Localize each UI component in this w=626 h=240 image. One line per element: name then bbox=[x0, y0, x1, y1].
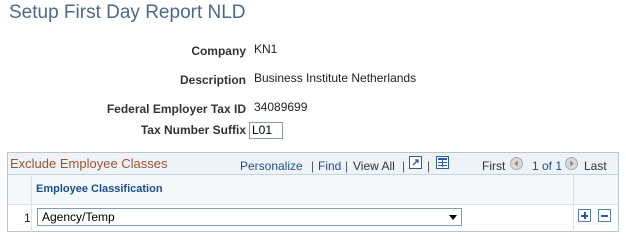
row-number: 1 bbox=[24, 211, 31, 225]
first-label: First bbox=[482, 159, 506, 173]
tax-suffix-row: Tax Number Suffix bbox=[0, 121, 246, 139]
tax-id-value: 34089699 bbox=[254, 100, 308, 114]
company-label: Company bbox=[191, 44, 246, 58]
column-header-row: Employee Classification bbox=[8, 175, 618, 205]
company-value: KN1 bbox=[254, 42, 278, 56]
next-arrow-icon[interactable] bbox=[565, 157, 578, 170]
column-divider bbox=[31, 175, 32, 232]
page-range[interactable]: 1 of 1 bbox=[532, 159, 562, 173]
nav-separator: | bbox=[427, 159, 431, 173]
delete-row-icon bbox=[601, 215, 608, 217]
personalize-link[interactable]: Personalize bbox=[240, 159, 303, 173]
view-all-link[interactable]: View All bbox=[353, 159, 395, 173]
tax-id-label: Federal Employer Tax ID bbox=[106, 102, 246, 116]
nav-separator: | bbox=[345, 159, 349, 173]
select-value: Agency/Temp bbox=[42, 210, 115, 224]
company-row: Company bbox=[0, 42, 246, 60]
column-divider bbox=[573, 175, 574, 232]
grid-title: Exclude Employee Classes bbox=[10, 156, 168, 171]
grid-header: Exclude Employee Classes Personalize | F… bbox=[8, 153, 618, 175]
nav-separator: | bbox=[311, 159, 315, 173]
delete-row-button[interactable] bbox=[598, 209, 611, 222]
last-label: Last bbox=[584, 159, 607, 173]
column-header-employee-classification[interactable]: Employee Classification bbox=[36, 183, 163, 195]
download-excel-icon[interactable] bbox=[436, 156, 449, 169]
tax-suffix-label: Tax Number Suffix bbox=[140, 123, 246, 137]
zoom-grid-icon[interactable] bbox=[409, 156, 422, 169]
page-title: Setup First Day Report NLD bbox=[9, 2, 246, 23]
description-label: Description bbox=[179, 73, 246, 87]
description-value: Business Institute Netherlands bbox=[254, 71, 417, 85]
tax-number-suffix-input[interactable]: L01 bbox=[249, 122, 283, 139]
exclude-employee-classes-grid: Exclude Employee Classes Personalize | F… bbox=[7, 152, 619, 232]
add-row-button[interactable] bbox=[578, 209, 591, 222]
previous-arrow-icon[interactable] bbox=[510, 157, 523, 170]
employee-classification-select[interactable]: Agency/Temp bbox=[37, 208, 462, 226]
tax-id-row: Federal Employer Tax ID bbox=[0, 100, 246, 118]
find-link[interactable]: Find bbox=[318, 159, 341, 173]
nav-separator: | bbox=[402, 159, 406, 173]
chevron-down-icon bbox=[449, 215, 457, 220]
add-row-icon-vertical bbox=[583, 212, 586, 219]
description-row: Description bbox=[0, 71, 246, 89]
